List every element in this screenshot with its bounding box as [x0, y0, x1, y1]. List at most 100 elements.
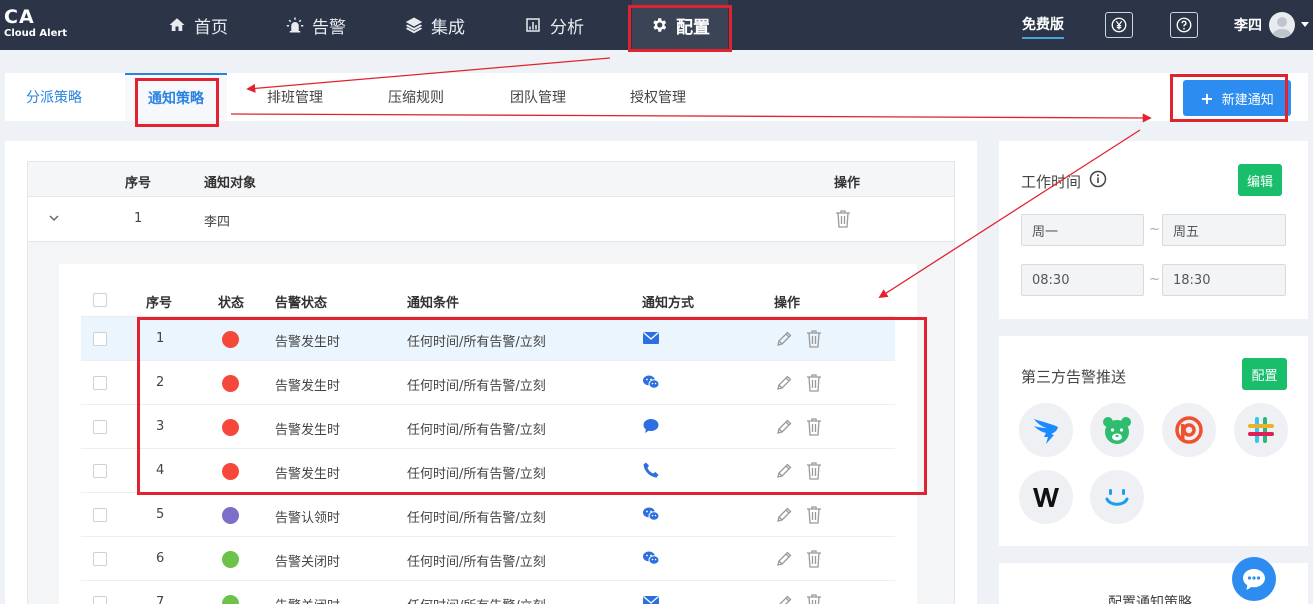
help-button[interactable] — [1170, 12, 1198, 38]
pencil-icon[interactable] — [775, 550, 793, 572]
slack-icon — [1248, 417, 1274, 443]
row-checkbox[interactable] — [93, 596, 107, 604]
status-dot — [222, 595, 239, 604]
day-separator: ~ — [1149, 222, 1160, 237]
trash-icon[interactable] — [806, 594, 822, 604]
w-icon — [1033, 488, 1059, 507]
yen-icon — [1111, 17, 1127, 33]
tab-auth[interactable]: 授权管理 — [630, 73, 686, 121]
bear-app[interactable] — [1090, 403, 1144, 457]
row-index: 6 — [156, 551, 165, 566]
row-checkbox[interactable] — [93, 464, 107, 478]
inner-header-status: 状态 — [218, 296, 245, 311]
nav-integration-label: 集成 — [431, 17, 465, 38]
email-icon — [642, 593, 660, 604]
start-day-select[interactable]: 周一 — [1021, 214, 1144, 246]
config-policy-title: 配置通知策略 — [1108, 595, 1192, 604]
status-dot — [222, 507, 239, 524]
plan-badge[interactable]: 免费版 — [1022, 14, 1064, 39]
dingtalk-icon — [1034, 419, 1058, 444]
third-party-title: 第三方告警推送 — [1021, 368, 1127, 386]
wechat-icon — [642, 505, 660, 527]
wechat-icon — [642, 549, 660, 571]
w-app[interactable] — [1019, 470, 1073, 524]
nav-analysis-label: 分析 — [550, 17, 584, 38]
nav-analysis[interactable]: 分析 — [524, 0, 584, 50]
outer-header-target: 通知对象 — [204, 176, 257, 191]
bear-icon — [1103, 417, 1131, 444]
info-icon[interactable] — [1089, 170, 1107, 188]
select-all-checkbox[interactable] — [93, 293, 107, 307]
trash-icon[interactable] — [835, 210, 851, 228]
trash-icon[interactable] — [806, 550, 822, 572]
pencil-icon[interactable] — [775, 506, 793, 528]
logo[interactable]: CA Cloud Alert — [4, 6, 74, 40]
row-checkbox[interactable] — [93, 376, 107, 390]
annotation-box-new — [1170, 74, 1288, 122]
avatar[interactable] — [1269, 12, 1295, 38]
table-row[interactable]: 7 告警关闭时 任何时间/所有告警/立刻 — [81, 581, 895, 604]
chart-icon — [526, 18, 540, 32]
layers-icon — [405, 17, 423, 34]
outer-table-header: 序号 通知对象 操作 — [27, 161, 955, 197]
row-checkbox[interactable] — [93, 332, 107, 346]
row-index: 5 — [156, 507, 165, 522]
table-row[interactable]: 6 告警关闭时 任何时间/所有告警/立刻 — [81, 537, 895, 581]
end-time-input[interactable]: 18:30 — [1162, 264, 1286, 296]
edit-work-time-button[interactable]: 编辑 — [1238, 164, 1282, 196]
trash-icon[interactable] — [806, 506, 822, 528]
inner-header-index: 序号 — [146, 296, 173, 311]
row-condition: 任何时间/所有告警/立刻 — [407, 555, 546, 570]
pencil-icon[interactable] — [775, 594, 793, 604]
row-alert-status: 告警关闭时 — [275, 555, 341, 570]
row-condition: 任何时间/所有告警/立刻 — [407, 511, 546, 526]
inner-header-actions: 操作 — [774, 296, 801, 311]
outer-header-index: 序号 — [125, 176, 152, 191]
home-icon — [169, 18, 185, 31]
nav-alarm[interactable]: 告警 — [286, 0, 346, 50]
help-icon — [1176, 17, 1192, 33]
table-row: 1 李四 — [27, 197, 955, 242]
time-separator: ~ — [1149, 272, 1160, 287]
tab-team[interactable]: 团队管理 — [510, 73, 566, 121]
inner-table-header: 序号 状态 告警状态 通知条件 通知方式 操作 — [81, 283, 895, 317]
smile-app[interactable] — [1090, 470, 1144, 524]
config-third-party-button[interactable]: 配置 — [1242, 358, 1287, 390]
row-checkbox[interactable] — [93, 508, 107, 522]
row-index: 7 — [156, 595, 165, 604]
tab-schedule[interactable]: 排班管理 — [267, 73, 323, 121]
user-menu-caret[interactable] — [1301, 22, 1309, 27]
row-checkbox[interactable] — [93, 420, 107, 434]
billing-button[interactable] — [1105, 12, 1133, 38]
tab-dispatch-policy[interactable]: 分派策略 — [26, 73, 82, 121]
inner-header-method: 通知方式 — [642, 296, 695, 311]
chevron-down-icon[interactable] — [48, 212, 60, 224]
chat-icon — [1243, 569, 1265, 590]
table-row[interactable]: 5 告警认领时 任何时间/所有告警/立刻 — [81, 493, 895, 537]
slack-app[interactable] — [1234, 403, 1288, 457]
nav-alarm-label: 告警 — [312, 17, 346, 38]
user-name[interactable]: 李四 — [1234, 15, 1262, 35]
nav-home[interactable]: 首页 — [168, 0, 228, 50]
row-checkbox[interactable] — [93, 552, 107, 566]
inner-header-alert-status: 告警状态 — [275, 296, 328, 311]
nav-integration[interactable]: 集成 — [405, 0, 465, 50]
tab-compress-rules[interactable]: 压缩规则 — [388, 73, 444, 121]
ring-app[interactable] — [1162, 403, 1216, 457]
start-time-input[interactable]: 08:30 — [1021, 264, 1144, 296]
logo-name: Cloud Alert — [4, 28, 68, 39]
dingtalk-app[interactable] — [1019, 403, 1073, 457]
row-alert-status: 告警关闭时 — [275, 595, 340, 604]
end-day-select[interactable]: 周五 — [1162, 214, 1286, 246]
inner-header-condition: 通知条件 — [407, 296, 460, 311]
outer-header-actions: 操作 — [834, 176, 861, 191]
row-alert-status: 告警认领时 — [275, 511, 341, 526]
work-time-panel: 工作时间 编辑 周一 ~ 周五 08:30 ~ 18:30 — [999, 141, 1308, 319]
outer-row-target: 李四 — [204, 215, 231, 230]
outer-row-index: 1 — [134, 211, 143, 226]
nav-home-label: 首页 — [194, 17, 228, 38]
user-icon — [1272, 17, 1292, 37]
chat-button[interactable] — [1232, 557, 1276, 601]
third-party-panel: 第三方告警推送 配置 — [999, 336, 1308, 546]
logo-abbr: CA — [4, 6, 35, 28]
